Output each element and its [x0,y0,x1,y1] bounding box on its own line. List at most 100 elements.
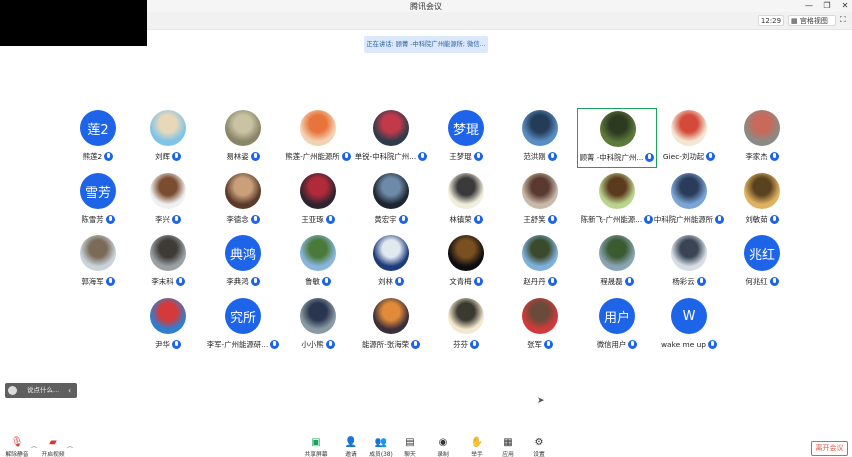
record-button[interactable]: ◉ 录制 [428,437,458,457]
participant-tile[interactable]: 顾菁 -中科院广州... [577,108,657,168]
participant-name: 熊莲-广州能源所 [285,151,340,161]
fullscreen-icon[interactable]: ⛶ [840,15,850,26]
redaction-block [0,0,147,46]
avatar-photo [150,173,186,209]
participant-tile[interactable]: 林镇荣 [426,171,506,231]
participant-tile[interactable]: Giec-刘功起 [649,108,729,168]
members-icon: 👥 [374,437,388,448]
avatar-photo [225,173,261,209]
participant-tile[interactable]: 梦琨 王梦琨 [426,108,506,168]
participant-tile[interactable]: 莲2 熊莲2 [58,108,138,168]
participant-tile[interactable]: 刘辉 [128,108,208,168]
participant-name: 陈新飞-广州能源... [580,214,643,224]
avatar-photo [744,110,780,146]
participant-name: 易林姿 [226,151,249,161]
participant-tile[interactable]: 鲁敏 [278,233,358,293]
settings-button[interactable]: ⚙ 设置 [524,437,554,457]
avatar-photo [599,235,635,271]
leave-meeting-button[interactable]: 离开会议 [811,441,848,456]
participant-tile[interactable]: 刘林 [351,233,431,293]
participant-tile[interactable]: 单锐-中科院广州... [351,108,431,168]
avatar-photo [448,173,484,209]
minimize-button[interactable]: — [802,0,816,12]
participant-tile[interactable]: 用户 微信用户 [577,296,657,356]
mic-status-icon [769,276,779,286]
participant-tile[interactable]: 郭海军 [58,233,138,293]
participant-tile[interactable]: 王亚琢 [278,171,358,231]
participant-name-line: 文青梅 [426,275,506,287]
avatar-photo [671,110,707,146]
mic-status-icon [175,276,185,286]
participant-tile[interactable]: 能源所-张海荣 [351,296,431,356]
audio-options-chevron-icon[interactable]: ︿ [31,441,37,450]
collapse-chevron-icon[interactable]: ‹ [68,383,71,398]
participant-name-line: 中科院广州能源所 [649,213,729,225]
participant-tile[interactable]: 易林姿 [203,108,283,168]
raise-hand-button[interactable]: ✋ 举手 [462,437,492,457]
chat-input-pill[interactable]: 说点什么... ‹ [5,383,77,398]
video-options-chevron-icon[interactable]: ︿ [67,441,73,450]
avatar-photo [225,110,261,146]
participant-name-line: 易林姿 [203,150,283,162]
participant-name-line: 芬芬 [426,338,506,350]
avatar: 兆红 [744,235,780,271]
participant-name: 刘敏茹 [745,214,768,224]
participant-tile[interactable]: 文青梅 [426,233,506,293]
record-label: 录制 [437,452,449,457]
chat-button[interactable]: ▤ 聊天 [395,437,425,457]
emoji-icon[interactable] [8,386,17,395]
participant-tile[interactable]: 尹华 [128,296,208,356]
start-video-button[interactable]: ▰ 开启视频 [38,437,68,457]
participant-tile[interactable]: 张军 [500,296,580,356]
participant-name-line: 李家杰 [722,150,802,162]
participant-tile[interactable]: 究所 李军-广州能源研... [203,296,283,356]
participant-name-line: 王梦琨 [426,150,506,162]
participant-tile[interactable]: 李德念 [203,171,283,231]
participant-name-line: 黄宏宇 [351,213,431,225]
participant-name-line: 鲁敏 [278,275,358,287]
participant-name: 李兴 [155,214,170,224]
mic-status-icon [707,339,717,349]
participant-tile[interactable]: 杨彩云 [649,233,729,293]
participant-name: 范洪刚 [523,151,546,161]
participant-tile[interactable]: 刘敏茹 [722,171,802,231]
participant-tile[interactable]: 李兴 [128,171,208,231]
members-button[interactable]: 👥 成员(38) [366,437,396,457]
participant-name-line: 李德念 [203,213,283,225]
participant-tile[interactable]: 李家杰 [722,108,802,168]
mic-status-icon [398,214,408,224]
close-button[interactable]: ✕ [838,0,852,12]
participant-tile[interactable]: 王舒笑 [500,171,580,231]
invite-button[interactable]: 👤 邀请 [336,437,366,457]
participant-tile[interactable]: 陈新飞-广州能源... [577,171,657,231]
participant-tile[interactable]: 兆红 何兆红 [722,233,802,293]
participant-name-line: 熊莲2 [58,150,138,162]
avatar-photo [300,110,336,146]
mouse-cursor-icon: ➤ [537,396,545,406]
participant-tile[interactable]: 李末科 [128,233,208,293]
avatar-photo [522,173,558,209]
participant-tile[interactable]: 中科院广州能源所 [649,171,729,231]
participant-tile[interactable]: 黄宏宇 [351,171,431,231]
view-mode-button[interactable]: ▦ 宫格视图 [788,15,836,26]
participant-tile[interactable]: 程晟磊 [577,233,657,293]
participant-tile[interactable]: Wwake me up [649,296,729,356]
avatar: 典鸿 [225,235,261,271]
participant-tile[interactable]: 典鸿 李典鸿 [203,233,283,293]
share-screen-button[interactable]: ▣ 共享屏幕 [301,437,331,457]
apps-button[interactable]: ▦ 应用 [493,437,523,457]
participant-tile[interactable]: 熊莲-广州能源所 [278,108,358,168]
participant-tile[interactable]: 雪芳 陈雪芳 [58,171,138,231]
participant-tile[interactable]: 范洪刚 [500,108,580,168]
participant-name: 黄宏宇 [374,214,397,224]
participant-tile[interactable]: 小小熊 [278,296,358,356]
avatar-photo [300,173,336,209]
participant-tile[interactable]: 芬芬 [426,296,506,356]
participant-tile[interactable]: 赵丹丹 [500,233,580,293]
apps-icon: ▦ [503,437,513,448]
maximize-button[interactable]: ❐ [820,0,834,12]
participant-name-line: 尹华 [128,338,208,350]
mic-status-icon [543,339,553,349]
unmute-button[interactable]: 🎙 解除静音 [2,437,32,457]
participant-name: 刘辉 [155,151,170,161]
